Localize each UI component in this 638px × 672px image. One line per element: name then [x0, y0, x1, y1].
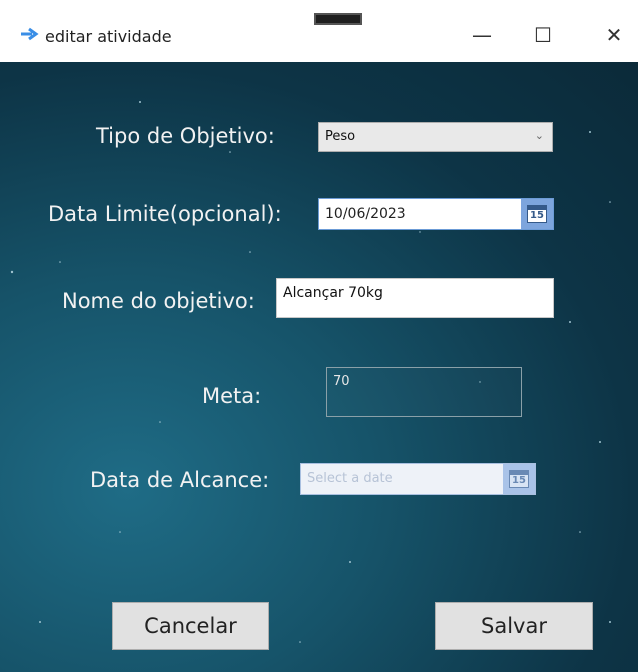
close-button[interactable]: ✕ [596, 20, 632, 50]
drag-grip[interactable] [314, 13, 362, 25]
data-limite-label: Data Limite(opcional): [48, 202, 282, 226]
tipo-objetivo-value: Peso [325, 129, 356, 144]
data-alcance-calendar-button[interactable]: 15 [503, 464, 535, 494]
chevron-down-icon: ⌄ [534, 129, 544, 142]
nome-objetivo-value: Alcançar 70kg [283, 285, 383, 301]
arrow-app-icon [21, 27, 39, 41]
data-limite-calendar-button[interactable]: 15 [521, 199, 553, 229]
form-panel: Tipo de Objetivo: Peso ⌄ Data Limite(opc… [0, 62, 638, 672]
meta-input[interactable]: 70 [326, 367, 522, 417]
meta-value: 70 [333, 374, 350, 389]
nome-objetivo-label: Nome do objetivo: [62, 289, 255, 313]
salvar-button[interactable]: Salvar [435, 602, 593, 650]
title-bar[interactable]: editar atividade — ☐ ✕ [0, 0, 638, 62]
cancelar-button[interactable]: Cancelar [112, 602, 269, 650]
tipo-objetivo-label: Tipo de Objetivo: [96, 124, 275, 148]
calendar-icon: 15 [527, 205, 547, 223]
window-title: editar atividade [45, 27, 172, 46]
data-limite-datepicker[interactable]: 10/06/2023 15 [318, 198, 554, 230]
data-alcance-datepicker[interactable]: Select a date 15 [300, 463, 536, 495]
calendar-icon: 15 [509, 470, 529, 488]
data-limite-value: 10/06/2023 [325, 206, 406, 222]
meta-label: Meta: [202, 384, 262, 408]
data-alcance-label: Data de Alcance: [90, 468, 270, 492]
minimize-button[interactable]: — [464, 20, 500, 50]
starfield-background [10, 101, 611, 643]
data-alcance-placeholder: Select a date [307, 471, 393, 486]
tipo-objetivo-select[interactable]: Peso ⌄ [318, 122, 553, 152]
editar-atividade-window: editar atividade — ☐ ✕ Tipo de Objetivo:… [0, 0, 638, 672]
maximize-button[interactable]: ☐ [525, 20, 561, 50]
nome-objetivo-input[interactable]: Alcançar 70kg [276, 278, 554, 318]
